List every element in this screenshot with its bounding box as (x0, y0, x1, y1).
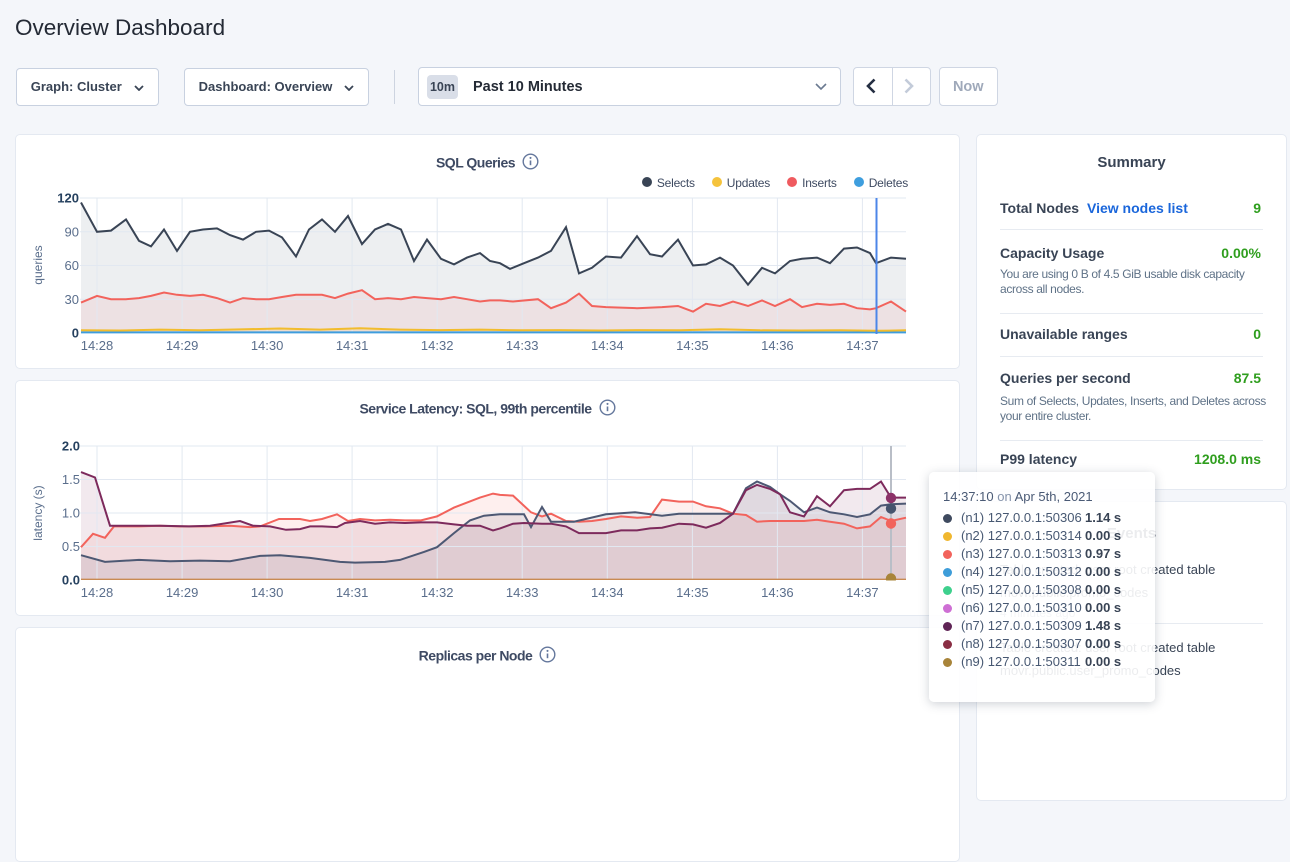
svg-text:latency (s): latency (s) (31, 485, 45, 540)
svg-text:14:28: 14:28 (81, 338, 114, 353)
svg-text:14:32: 14:32 (421, 338, 454, 353)
svg-text:14:31: 14:31 (336, 338, 369, 353)
svg-text:14:34: 14:34 (591, 338, 624, 353)
svg-text:14:33: 14:33 (506, 338, 539, 353)
svg-text:14:36: 14:36 (761, 585, 794, 600)
svg-text:queries: queries (31, 245, 45, 284)
svg-text:2.0: 2.0 (62, 439, 80, 454)
svg-text:120: 120 (57, 191, 79, 206)
svg-text:1.0: 1.0 (62, 506, 80, 521)
svg-text:14:29: 14:29 (166, 585, 199, 600)
svg-text:14:34: 14:34 (591, 585, 624, 600)
svg-text:14:30: 14:30 (251, 338, 284, 353)
svg-text:14:28: 14:28 (81, 585, 114, 600)
svg-text:30: 30 (65, 292, 79, 307)
svg-text:14:35: 14:35 (676, 585, 709, 600)
svg-text:14:33: 14:33 (506, 585, 539, 600)
svg-text:90: 90 (65, 224, 79, 239)
svg-text:14:29: 14:29 (166, 338, 199, 353)
svg-text:0: 0 (72, 326, 79, 341)
svg-text:14:32: 14:32 (421, 585, 454, 600)
svg-text:14:37: 14:37 (846, 338, 879, 353)
svg-text:14:36: 14:36 (761, 338, 794, 353)
svg-text:14:35: 14:35 (676, 338, 709, 353)
svg-text:14:31: 14:31 (336, 585, 369, 600)
svg-text:0.0: 0.0 (62, 573, 80, 588)
svg-text:60: 60 (65, 258, 79, 273)
svg-text:0.5: 0.5 (62, 539, 80, 554)
svg-text:14:30: 14:30 (251, 585, 284, 600)
svg-text:14:37: 14:37 (846, 585, 879, 600)
svg-text:1.5: 1.5 (62, 472, 80, 487)
